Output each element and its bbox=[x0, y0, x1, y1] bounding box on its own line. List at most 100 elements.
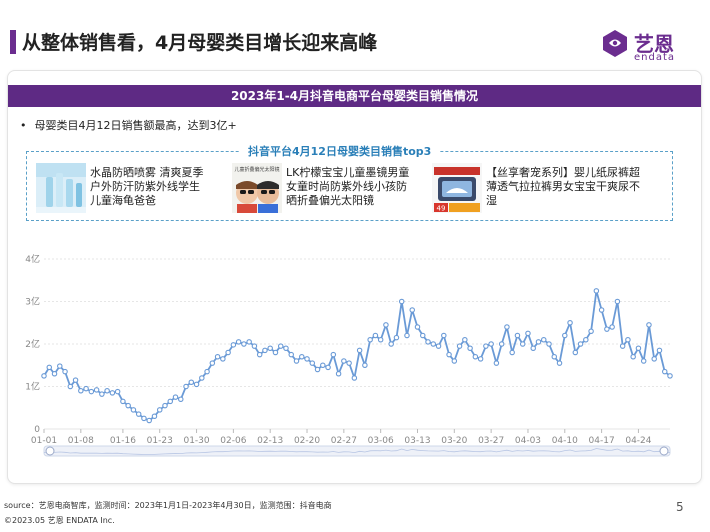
data-point bbox=[598, 307, 605, 313]
data-point bbox=[335, 371, 342, 377]
x-tick-label: 04-17 bbox=[589, 436, 615, 446]
product-2-line-3: 晒折叠偏光太阳镜 bbox=[286, 194, 374, 207]
data-point bbox=[151, 413, 158, 420]
data-point bbox=[377, 337, 384, 343]
data-point bbox=[593, 288, 600, 294]
x-tick-label: 04-10 bbox=[552, 436, 578, 446]
data-point bbox=[551, 354, 558, 360]
panel-header: 2023年1-4月抖音电商平台母婴类目销售情况 bbox=[8, 85, 701, 107]
data-point bbox=[509, 349, 515, 356]
x-tick-label: 03-06 bbox=[368, 436, 394, 446]
data-point bbox=[41, 373, 47, 379]
data-point bbox=[277, 343, 284, 349]
data-point bbox=[114, 388, 121, 395]
scrollbar-right-handle[interactable] bbox=[659, 446, 669, 456]
data-point bbox=[630, 354, 636, 360]
data-point bbox=[456, 343, 463, 349]
data-point bbox=[346, 360, 352, 366]
x-tick-label: 02-13 bbox=[257, 436, 283, 446]
data-point bbox=[83, 385, 89, 392]
product-3-image: 49 bbox=[432, 163, 482, 213]
data-point bbox=[188, 379, 195, 386]
y-tick-label: 1亿 bbox=[25, 381, 40, 393]
data-point bbox=[635, 345, 642, 352]
product-2-image-caption: 儿童折叠偏光太阳镜 bbox=[234, 166, 279, 173]
data-point bbox=[141, 415, 147, 422]
data-point bbox=[646, 322, 652, 328]
data-point bbox=[588, 328, 594, 335]
data-point bbox=[540, 337, 547, 343]
summary-text: 母婴类目4月12日销售额最高，达到3亿+ bbox=[34, 119, 237, 132]
x-tick-label: 03-13 bbox=[404, 436, 430, 446]
data-point bbox=[330, 351, 337, 358]
product-1-image bbox=[36, 163, 86, 213]
data-point bbox=[235, 339, 242, 345]
data-point bbox=[99, 391, 105, 397]
data-point bbox=[583, 337, 589, 343]
data-point bbox=[57, 363, 63, 369]
data-point bbox=[393, 334, 400, 341]
data-point bbox=[230, 342, 237, 348]
data-point bbox=[362, 362, 368, 369]
data-point bbox=[225, 349, 231, 356]
product-2-name: LK柠檬宝宝儿童墨镜男童 女童时尚防紫外线小孩防 晒折叠偏光太阳镜 bbox=[286, 166, 409, 208]
scrollbar-left-handle[interactable] bbox=[45, 446, 55, 456]
product-2-image: 儿童折叠偏光太阳镜 bbox=[232, 163, 282, 213]
data-point bbox=[525, 330, 531, 337]
product-2-line-1: LK柠檬宝宝儿童墨镜男童 bbox=[286, 166, 410, 179]
data-point bbox=[51, 371, 58, 377]
data-point bbox=[656, 347, 663, 354]
data-point bbox=[293, 358, 300, 364]
title-accent-bar bbox=[10, 30, 16, 54]
data-point bbox=[483, 343, 489, 349]
data-point bbox=[78, 388, 84, 394]
range-scrollbar[interactable] bbox=[43, 445, 671, 457]
data-point bbox=[214, 354, 221, 360]
data-point bbox=[604, 326, 610, 332]
data-point bbox=[420, 332, 426, 339]
page-title: 从整体销售看，4月母婴类目增长迎来高峰 bbox=[22, 32, 378, 54]
x-axis-ticks: 01-01 01-08 01-16 01-23 01-30 02-06 02-13 02-20… bbox=[31, 429, 652, 446]
data-point bbox=[567, 320, 573, 326]
x-tick-label: 02-06 bbox=[220, 436, 246, 446]
y-tick-label: 4亿 bbox=[25, 253, 40, 265]
data-point bbox=[262, 347, 268, 354]
data-point bbox=[341, 358, 347, 364]
data-point bbox=[93, 387, 100, 393]
data-point bbox=[125, 402, 131, 409]
data-point bbox=[661, 368, 668, 375]
product-1-line-2: 户外防汗防紫外线学生 bbox=[90, 180, 200, 193]
data-point bbox=[135, 411, 142, 417]
series-layer bbox=[43, 290, 671, 422]
data-point bbox=[325, 364, 331, 371]
data-point bbox=[320, 362, 326, 369]
data-point bbox=[477, 356, 484, 362]
data-point bbox=[283, 345, 289, 352]
y-axis-ticks: 0 1亿 2亿 3亿 4亿 bbox=[25, 253, 40, 435]
data-point bbox=[314, 366, 321, 373]
data-point bbox=[425, 339, 431, 345]
data-point bbox=[430, 341, 437, 347]
data-point bbox=[383, 322, 389, 328]
x-tick-label: 02-20 bbox=[294, 436, 320, 446]
sales-panel: 2023年1-4月抖音电商平台母婴类目销售情况 • 母婴类目4月12日销售额最高，… bbox=[7, 70, 702, 484]
x-tick-label: 01-30 bbox=[183, 436, 209, 446]
bullet-dot-icon: • bbox=[20, 119, 27, 132]
y-tick-label: 3亿 bbox=[25, 296, 40, 308]
point-layer bbox=[41, 288, 673, 424]
endata-logo: 艺恩 endata bbox=[600, 26, 700, 66]
page-number: 5 bbox=[676, 500, 684, 514]
data-point bbox=[367, 337, 373, 343]
data-point bbox=[246, 339, 252, 345]
copyright-note: ©2023.05 艺恩 ENDATA Inc. bbox=[4, 516, 115, 525]
data-point bbox=[498, 341, 505, 347]
data-point bbox=[619, 343, 626, 349]
x-tick-label: 03-27 bbox=[478, 436, 504, 446]
data-point bbox=[88, 388, 95, 395]
product-3-price-badge: 49 bbox=[437, 205, 446, 213]
data-point bbox=[667, 373, 673, 379]
data-point bbox=[130, 407, 137, 413]
data-point bbox=[640, 358, 647, 364]
x-tick-label: 01-08 bbox=[68, 436, 94, 446]
data-point bbox=[388, 341, 394, 347]
